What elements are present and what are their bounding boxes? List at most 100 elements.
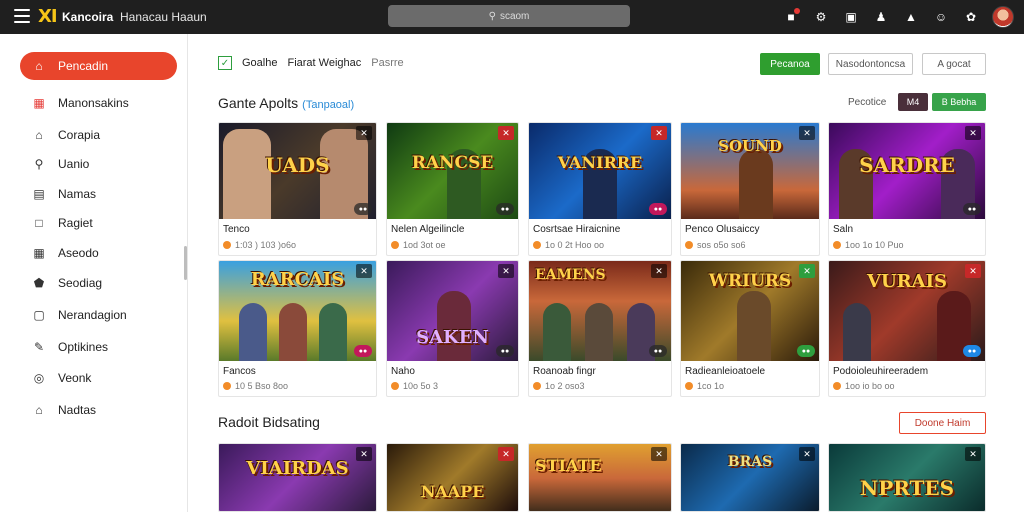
game-name: Tenco	[223, 224, 250, 235]
window-icon[interactable]: ▣	[842, 8, 860, 26]
game-card[interactable]: STIATE ✕	[528, 443, 672, 512]
close-icon[interactable]: ✕	[651, 264, 667, 278]
close-icon[interactable]: ✕	[965, 264, 981, 278]
filter-option-2[interactable]: Fiarat Weighac	[287, 57, 361, 69]
close-icon[interactable]: ✕	[498, 264, 514, 278]
list-icon: ▤	[33, 187, 45, 201]
face-icon[interactable]: ☺	[932, 8, 950, 26]
play-icon[interactable]: ●●	[797, 345, 815, 357]
close-icon[interactable]: ✕	[965, 447, 981, 461]
game-name: Naho	[391, 366, 415, 377]
view-toggle-button[interactable]: M4	[898, 93, 928, 111]
game-thumbnail[interactable]: NPRTES ✕	[829, 444, 985, 511]
game-thumbnail[interactable]: VURAIS ✕ ●●	[829, 261, 985, 361]
close-icon[interactable]: ✕	[356, 447, 372, 461]
settings-icon[interactable]: ✿	[962, 8, 980, 26]
game-thumbnail[interactable]: RARCAIS ✕ ●●	[219, 261, 376, 361]
play-icon[interactable]: ●●	[354, 345, 372, 357]
play-icon[interactable]: ●●	[496, 203, 514, 215]
notification-icon[interactable]: ■	[782, 8, 800, 26]
avatar[interactable]	[992, 6, 1014, 28]
logo-mark[interactable]: XI	[38, 6, 58, 27]
game-card[interactable]: WRIURS ✕ ●● Radieanleioatoele 1co 1o	[680, 260, 820, 397]
game-card[interactable]: EAMENS ✕ ●● Roanoab fingr 1o 2 oso3	[528, 260, 672, 397]
play-icon[interactable]: ●●	[649, 203, 667, 215]
secondary-button[interactable]: Nasodontoncsa	[828, 53, 913, 75]
sidebar-item-5[interactable]: □ Ragiet	[32, 216, 92, 230]
user-icon[interactable]: ♟	[872, 8, 890, 26]
game-card[interactable]: NPRTES ✕	[828, 443, 986, 512]
game-card[interactable]: NAAPE ✕	[386, 443, 519, 512]
play-icon[interactable]: ●●	[354, 203, 372, 215]
game-card[interactable]: VIAIRDAS ✕	[218, 443, 377, 512]
logo-text[interactable]: Kancoira	[62, 10, 113, 24]
search-input[interactable]: ⚲ scaom	[388, 5, 630, 27]
game-card[interactable]: SOUND ✕ Penco Olusaiccy sos o5o so6	[680, 122, 820, 256]
game-card[interactable]: SARDRE ✕ ●● Saln 1oo 1o 10 Puo	[828, 122, 986, 256]
game-thumbnail[interactable]: VIAIRDAS ✕	[219, 444, 376, 511]
play-icon[interactable]: ●●	[649, 345, 667, 357]
play-icon[interactable]: ●●	[963, 203, 981, 215]
game-card[interactable]: SAKEN ✕ ●● Naho 10o 5o 3	[386, 260, 519, 397]
game-thumbnail[interactable]: BRAS ✕	[681, 444, 819, 511]
filter-option-3[interactable]: Pasrre	[371, 57, 403, 69]
close-icon[interactable]: ✕	[651, 126, 667, 140]
sidebar-item-active[interactable]: ⌂ Pencadin	[20, 52, 177, 80]
section-title-text: Gante Apolts	[218, 95, 299, 111]
sidebar-scrollbar[interactable]	[184, 246, 187, 280]
game-thumbnail[interactable]: NAAPE ✕	[387, 444, 518, 511]
filter-checkbox[interactable]: ✓	[218, 56, 232, 70]
game-card[interactable]: VANIRRE ✕ ●● Cosrtsae Hiraicnine 1o 0 2t…	[528, 122, 672, 256]
close-icon[interactable]: ✕	[651, 447, 667, 461]
section-tag[interactable]: (Tanpaoal)	[302, 99, 354, 111]
gear-icon[interactable]: ⚙	[812, 8, 830, 26]
play-icon[interactable]: ●●	[496, 345, 514, 357]
play-icon[interactable]: ●●	[963, 345, 981, 357]
game-thumbnail[interactable]: UADS ✕ ●●	[219, 123, 376, 219]
game-card[interactable]: RARCAIS ✕ ●● Fancos 10 5 Bso 8oo	[218, 260, 377, 397]
game-name: Fancos	[223, 366, 256, 377]
close-icon[interactable]: ✕	[356, 264, 372, 278]
game-thumbnail[interactable]: SARDRE ✕ ●●	[829, 123, 985, 219]
game-thumbnail[interactable]: SAKEN ✕ ●●	[387, 261, 518, 361]
close-icon[interactable]: ✕	[799, 264, 815, 278]
warning-icon[interactable]: ▲	[902, 8, 920, 26]
game-card[interactable]: BRAS ✕	[680, 443, 820, 512]
filter-button[interactable]: B Bebha	[932, 93, 986, 111]
sidebar-item-10[interactable]: ◎ Veonk	[32, 371, 92, 385]
sidebar-item-label: Aseodo	[58, 246, 99, 260]
sidebar-item-11[interactable]: ⌂ Nadtas	[32, 403, 96, 417]
close-icon[interactable]: ✕	[799, 126, 815, 140]
close-icon[interactable]: ✕	[498, 447, 514, 461]
sort-label[interactable]: Pecotice	[848, 97, 886, 108]
shield-icon: ⬟	[33, 276, 45, 290]
game-thumbnail[interactable]: VANIRRE ✕ ●●	[529, 123, 671, 219]
close-icon[interactable]: ✕	[965, 126, 981, 140]
primary-button[interactable]: Pecanoa	[760, 53, 820, 75]
game-thumbnail[interactable]: RANCSE ✕ ●●	[387, 123, 518, 219]
sidebar-item-1[interactable]: ▦ Manonsakins	[32, 96, 128, 110]
menu-icon[interactable]	[14, 9, 30, 23]
third-button[interactable]: A gocat	[922, 53, 986, 75]
filter-option-1[interactable]: Goalhe	[242, 57, 277, 69]
close-icon[interactable]: ✕	[799, 447, 815, 461]
sidebar-item-8[interactable]: ▢ Nerandagion	[32, 308, 126, 322]
close-icon[interactable]: ✕	[498, 126, 514, 140]
game-thumbnail[interactable]: EAMENS ✕ ●●	[529, 261, 671, 361]
sidebar-item-2[interactable]: ⌂ Corapia	[32, 128, 100, 142]
game-thumbnail[interactable]: STIATE ✕	[529, 444, 671, 511]
sidebar-item-4[interactable]: ▤ Namas	[32, 187, 96, 201]
sidebar-item-3[interactable]: ⚲ Uanio	[32, 157, 90, 171]
sidebar-item-6[interactable]: ▦ Aseodo	[32, 246, 99, 260]
game-card[interactable]: VURAIS ✕ ●● Podoioleuhireeradem 1oo io b…	[828, 260, 986, 397]
game-thumbnail[interactable]: WRIURS ✕ ●●	[681, 261, 819, 361]
see-more-button[interactable]: Doone Haim	[899, 412, 986, 434]
game-card[interactable]: UADS ✕ ●● Tenco 1:03 ) 103 )o6o	[218, 122, 377, 256]
close-icon[interactable]: ✕	[356, 126, 372, 140]
sidebar-item-9[interactable]: ✎ Optikines	[32, 340, 108, 354]
rating-icon	[685, 382, 693, 390]
game-card[interactable]: RANCSE ✕ ●● Nelen Algeilincle 1od 3ot oe	[386, 122, 519, 256]
game-thumbnail[interactable]: SOUND ✕	[681, 123, 819, 219]
logo-subtitle: Hanacau Haaun	[120, 10, 207, 24]
sidebar-item-7[interactable]: ⬟ Seodiag	[32, 276, 102, 290]
